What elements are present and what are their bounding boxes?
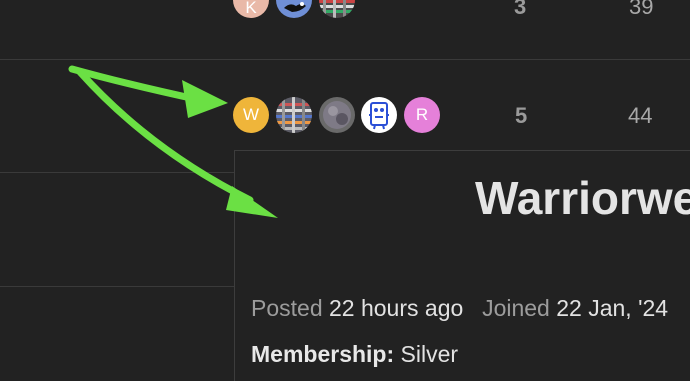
arrowhead-avatars	[182, 80, 228, 118]
annotation-arrows	[68, 65, 278, 218]
arrowhead-card	[226, 186, 278, 218]
